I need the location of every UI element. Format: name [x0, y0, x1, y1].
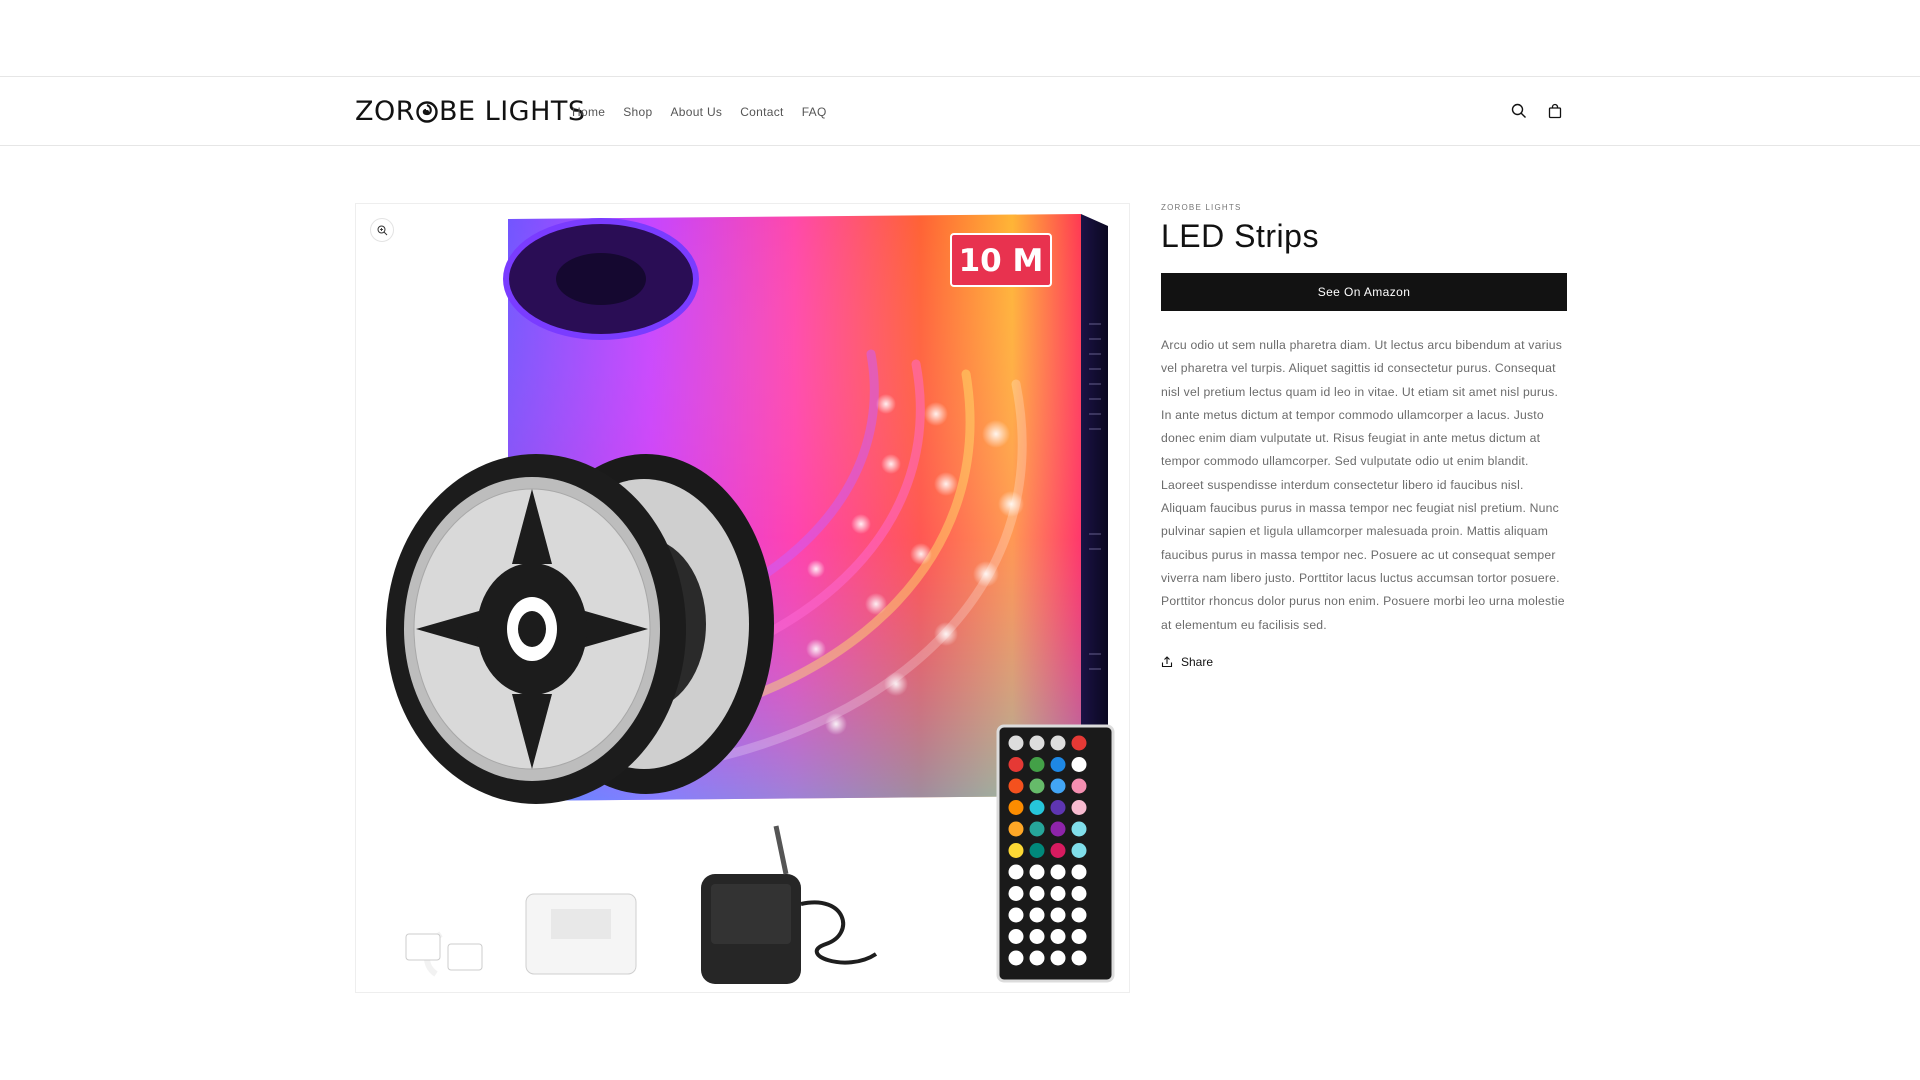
share-icon [1161, 656, 1173, 667]
remote-button [1050, 929, 1066, 944]
remote-button [1050, 757, 1066, 772]
remote-button [1071, 907, 1087, 923]
remote-button [1029, 950, 1045, 966]
nav-about-us[interactable]: About Us [670, 105, 722, 119]
remote-button [1008, 843, 1024, 858]
product-media: 10 M [355, 203, 1130, 993]
announcement-bar [0, 0, 1920, 77]
remote-button [1071, 757, 1087, 772]
remote-button [1029, 821, 1045, 837]
nav-home[interactable]: Home [572, 105, 605, 119]
remote-button [1071, 929, 1087, 944]
zoom-icon[interactable] [370, 218, 394, 242]
remote-button [1071, 821, 1087, 837]
remote-button [1050, 778, 1066, 794]
remote-button [1008, 735, 1024, 751]
product-image[interactable]: 10 M [356, 204, 1130, 993]
site-logo[interactable]: ZOR BE LIGHTS [355, 94, 586, 128]
remote-button [1008, 864, 1024, 880]
remote-button [1008, 950, 1024, 966]
nav-shop[interactable]: Shop [623, 105, 652, 119]
product-title: LED Strips [1161, 218, 1319, 254]
remote-button [1050, 843, 1066, 858]
remote-button [1008, 929, 1024, 944]
remote-button [1008, 778, 1024, 794]
main-nav: Home Shop About Us Contact FAQ [572, 105, 845, 119]
share-label: Share [1181, 654, 1214, 669]
remote-button [1029, 800, 1045, 815]
remote-button [1050, 950, 1066, 966]
product-info: ZOROBE LIGHTS LED Strips See On Amazon A… [1161, 203, 1567, 669]
remote-button [1071, 886, 1087, 901]
remote-button [1071, 843, 1087, 858]
remote-button [1029, 843, 1045, 858]
remote-button [1008, 821, 1024, 837]
see-on-amazon-button[interactable]: See On Amazon [1161, 273, 1567, 311]
remote-button [1029, 907, 1045, 923]
header-icons [1508, 100, 1566, 122]
share-button[interactable]: Share [1161, 655, 1221, 669]
remote-button [1008, 757, 1024, 772]
remote-button [1071, 864, 1087, 880]
remote-button [1029, 735, 1045, 751]
badge-text: 10 M [959, 243, 1044, 279]
remote-button [1071, 735, 1087, 751]
remote-button [1029, 757, 1045, 772]
remote-button [1071, 800, 1087, 815]
remote-button [1050, 735, 1066, 751]
remote-button [1071, 950, 1087, 966]
remote-button [1008, 907, 1024, 923]
remote-button [1008, 886, 1024, 901]
remote-button [1050, 821, 1066, 837]
nav-contact[interactable]: Contact [740, 105, 783, 119]
remote-button [1029, 929, 1045, 944]
logo-text-right: BE LIGHTS [439, 95, 586, 127]
logo-swirl-icon [416, 101, 438, 123]
remote-button [1029, 886, 1045, 901]
product-description: Arcu odio ut sem nulla pharetra diam. Ut… [1161, 338, 1565, 632]
logo-text-left: ZOR [355, 95, 416, 127]
remote-button [1008, 800, 1024, 815]
remote-button [1071, 778, 1087, 794]
remote-button [1029, 864, 1045, 880]
remote-button [1050, 864, 1066, 880]
cart-icon[interactable] [1544, 100, 1566, 122]
site-header: ZOR BE LIGHTS Home Shop About Us Contact… [0, 78, 1920, 146]
remote-button [1050, 907, 1066, 923]
search-icon[interactable] [1508, 100, 1530, 122]
remote-button [1050, 886, 1066, 901]
nav-faq[interactable]: FAQ [802, 105, 827, 119]
remote-button [1029, 778, 1045, 794]
remote-button [1050, 800, 1066, 815]
product-vendor: ZOROBE LIGHTS [1161, 203, 1242, 212]
